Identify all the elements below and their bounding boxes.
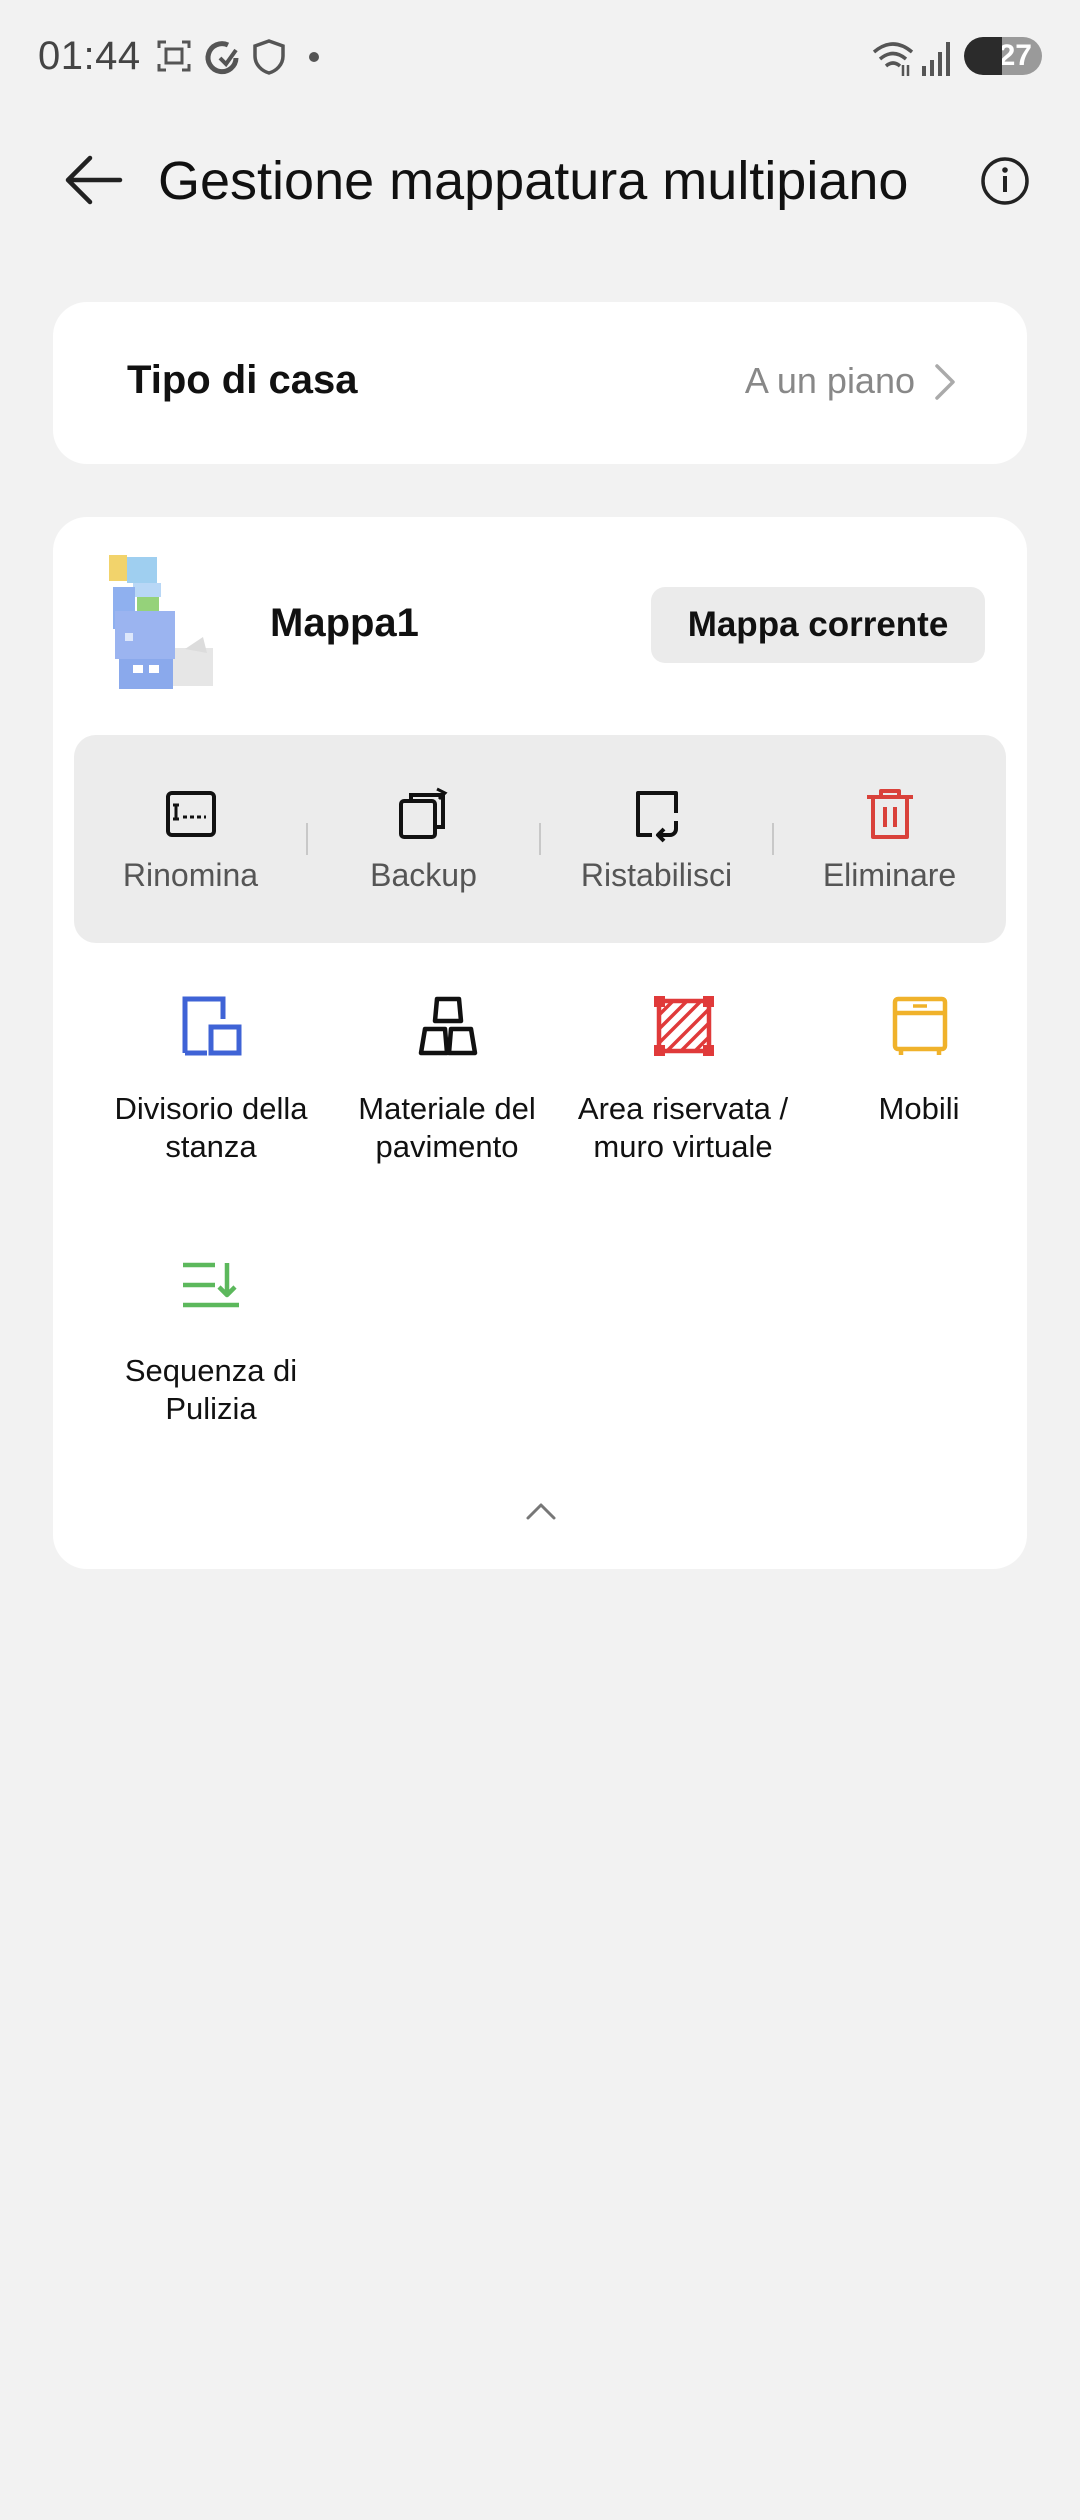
map-actions-panel: Rinomina Backup Ristabilisci Eliminare: [74, 735, 1006, 943]
rename-button[interactable]: Rinomina: [74, 735, 307, 943]
home-type-row[interactable]: Tipo di casa A un piano: [53, 302, 1027, 464]
room-divider-button[interactable]: Divisorio della stanza: [93, 995, 329, 1164]
app-header: Gestione mappatura multipiano: [0, 130, 1080, 230]
room-divider-icon: [182, 996, 242, 1056]
map-name: Mappa1: [270, 601, 419, 645]
floor-material-icon: [418, 996, 478, 1056]
charging-icon: [964, 37, 1002, 75]
no-go-zone-button[interactable]: Area riservata / muro virtuale: [565, 995, 801, 1164]
furniture-button[interactable]: Mobili: [801, 995, 1037, 1135]
sync-icon: [205, 41, 239, 75]
battery-level: 27: [998, 39, 1032, 72]
battery-indicator: 27: [964, 37, 1042, 75]
delete-label: Eliminare: [822, 857, 957, 893]
restore-label: Ristabilisci: [580, 857, 733, 893]
home-type-value: A un piano: [744, 360, 915, 401]
chevron-right-icon: [935, 364, 955, 400]
wifi-icon: [872, 42, 914, 76]
furniture-label: Mobili: [878, 1091, 960, 1126]
page-title: Gestione mappatura multipiano: [158, 151, 909, 211]
backup-icon: [399, 787, 448, 839]
backup-label: Backup: [370, 857, 477, 893]
room-divider-label: Divisorio della stanza: [114, 1091, 308, 1164]
floor-material-button[interactable]: Materiale del pavimento: [329, 995, 565, 1164]
cleaning-sequence-button[interactable]: Sequenza di Pulizia: [93, 1257, 329, 1426]
shield-icon: [253, 39, 285, 75]
map-thumbnail[interactable]: [103, 553, 223, 703]
floor-material-label: Materiale del pavimento: [358, 1091, 536, 1164]
screenshot-icon: [157, 40, 191, 72]
rename-icon: [166, 791, 216, 837]
status-bar: 01:44 27: [0, 0, 1080, 120]
backup-button[interactable]: Backup: [307, 735, 540, 943]
restore-button[interactable]: Ristabilisci: [540, 735, 773, 943]
back-arrow-icon[interactable]: [60, 148, 130, 212]
trash-icon: [867, 789, 913, 839]
delete-button[interactable]: Eliminare: [773, 735, 1006, 943]
rename-label: Rinomina: [122, 857, 259, 893]
map-card: Mappa1 Mappa corrente Rinomina Backup Ri…: [53, 517, 1027, 1569]
home-type-label: Tipo di casa: [127, 358, 358, 402]
notification-dot-icon: [309, 52, 319, 62]
status-time: 01:44: [38, 34, 141, 78]
no-go-zone-label: Area riservata / muro virtuale: [577, 1091, 789, 1164]
cleaning-sequence-label: Sequenza di Pulizia: [124, 1353, 298, 1426]
no-go-zone-icon: [654, 996, 714, 1056]
info-icon[interactable]: [978, 154, 1032, 208]
restore-icon: [636, 791, 678, 843]
cleaning-sequence-icon: [183, 1262, 239, 1308]
signal-icon: [922, 42, 950, 76]
current-map-button[interactable]: Mappa corrente: [651, 587, 985, 663]
furniture-icon: [892, 996, 948, 1055]
chevron-up-icon[interactable]: [525, 1501, 557, 1521]
